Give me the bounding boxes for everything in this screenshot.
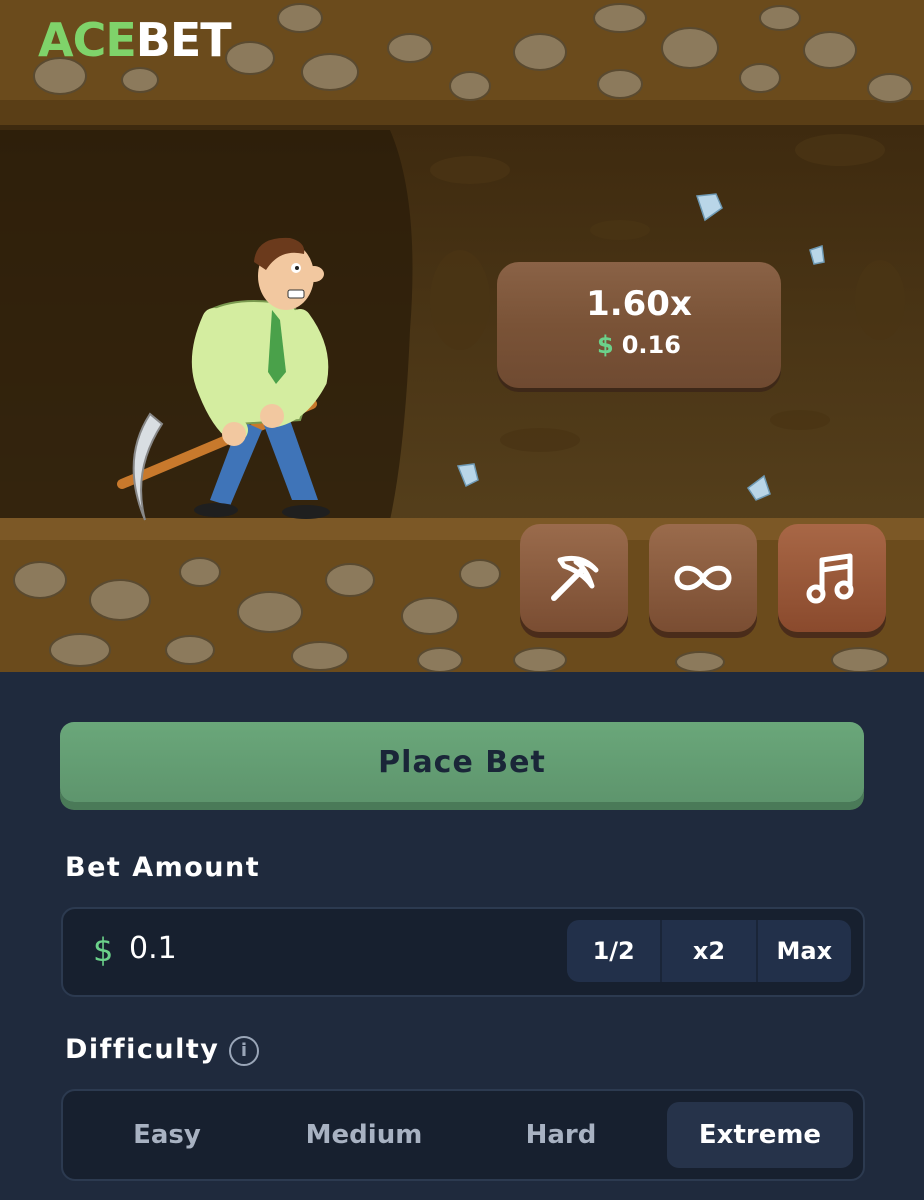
difficulty-hard[interactable]: Hard <box>471 1102 651 1168</box>
info-icon[interactable]: i <box>229 1036 259 1066</box>
pickaxe-icon <box>551 555 599 601</box>
difficulty-easy[interactable]: Easy <box>77 1102 257 1168</box>
double-bet-button[interactable]: x2 <box>662 920 755 982</box>
logo-text-bet: BET <box>135 13 232 67</box>
infinity-icon <box>674 565 732 591</box>
pickaxe-button[interactable] <box>520 524 628 632</box>
logo-text-ace: ACE <box>38 13 137 67</box>
music-note-icon <box>806 553 854 604</box>
difficulty-label: Difficulty <box>65 1034 220 1065</box>
payout-amount: $0.16 <box>497 330 781 360</box>
bet-controls-panel: Place Bet Bet Amount $ 0.1 1/2 x2 Max Di… <box>0 672 924 1200</box>
dollar-icon: $ <box>93 931 114 969</box>
music-button[interactable] <box>778 524 886 632</box>
max-bet-button[interactable]: Max <box>758 920 851 982</box>
bet-amount-field[interactable]: $ 0.1 1/2 x2 Max <box>61 907 865 997</box>
bet-amount-label: Bet Amount <box>65 852 261 883</box>
game-scene: ACEBET 1.60x $0.16 <box>0 0 924 672</box>
payout-currency: $ <box>597 331 614 359</box>
half-bet-button[interactable]: 1/2 <box>567 920 660 982</box>
difficulty-selector: Easy Medium Hard Extreme <box>61 1089 865 1181</box>
bet-quick-actions: 1/2 x2 Max <box>567 920 851 982</box>
difficulty-extreme[interactable]: Extreme <box>667 1102 853 1168</box>
acebet-logo: ACEBET <box>38 13 232 67</box>
difficulty-medium[interactable]: Medium <box>273 1102 455 1168</box>
autoplay-button[interactable] <box>649 524 757 632</box>
multiplier-value: 1.60x <box>586 284 692 324</box>
multiplier-panel: 1.60x $0.16 <box>497 262 781 388</box>
payout-value: 0.16 <box>621 331 681 359</box>
bet-amount-input[interactable]: 0.1 <box>129 931 177 966</box>
place-bet-button[interactable]: Place Bet <box>60 722 864 802</box>
